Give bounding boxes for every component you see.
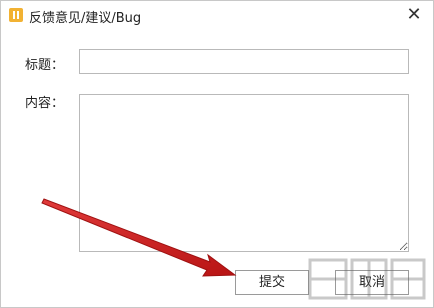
watermark-logo <box>308 258 426 300</box>
